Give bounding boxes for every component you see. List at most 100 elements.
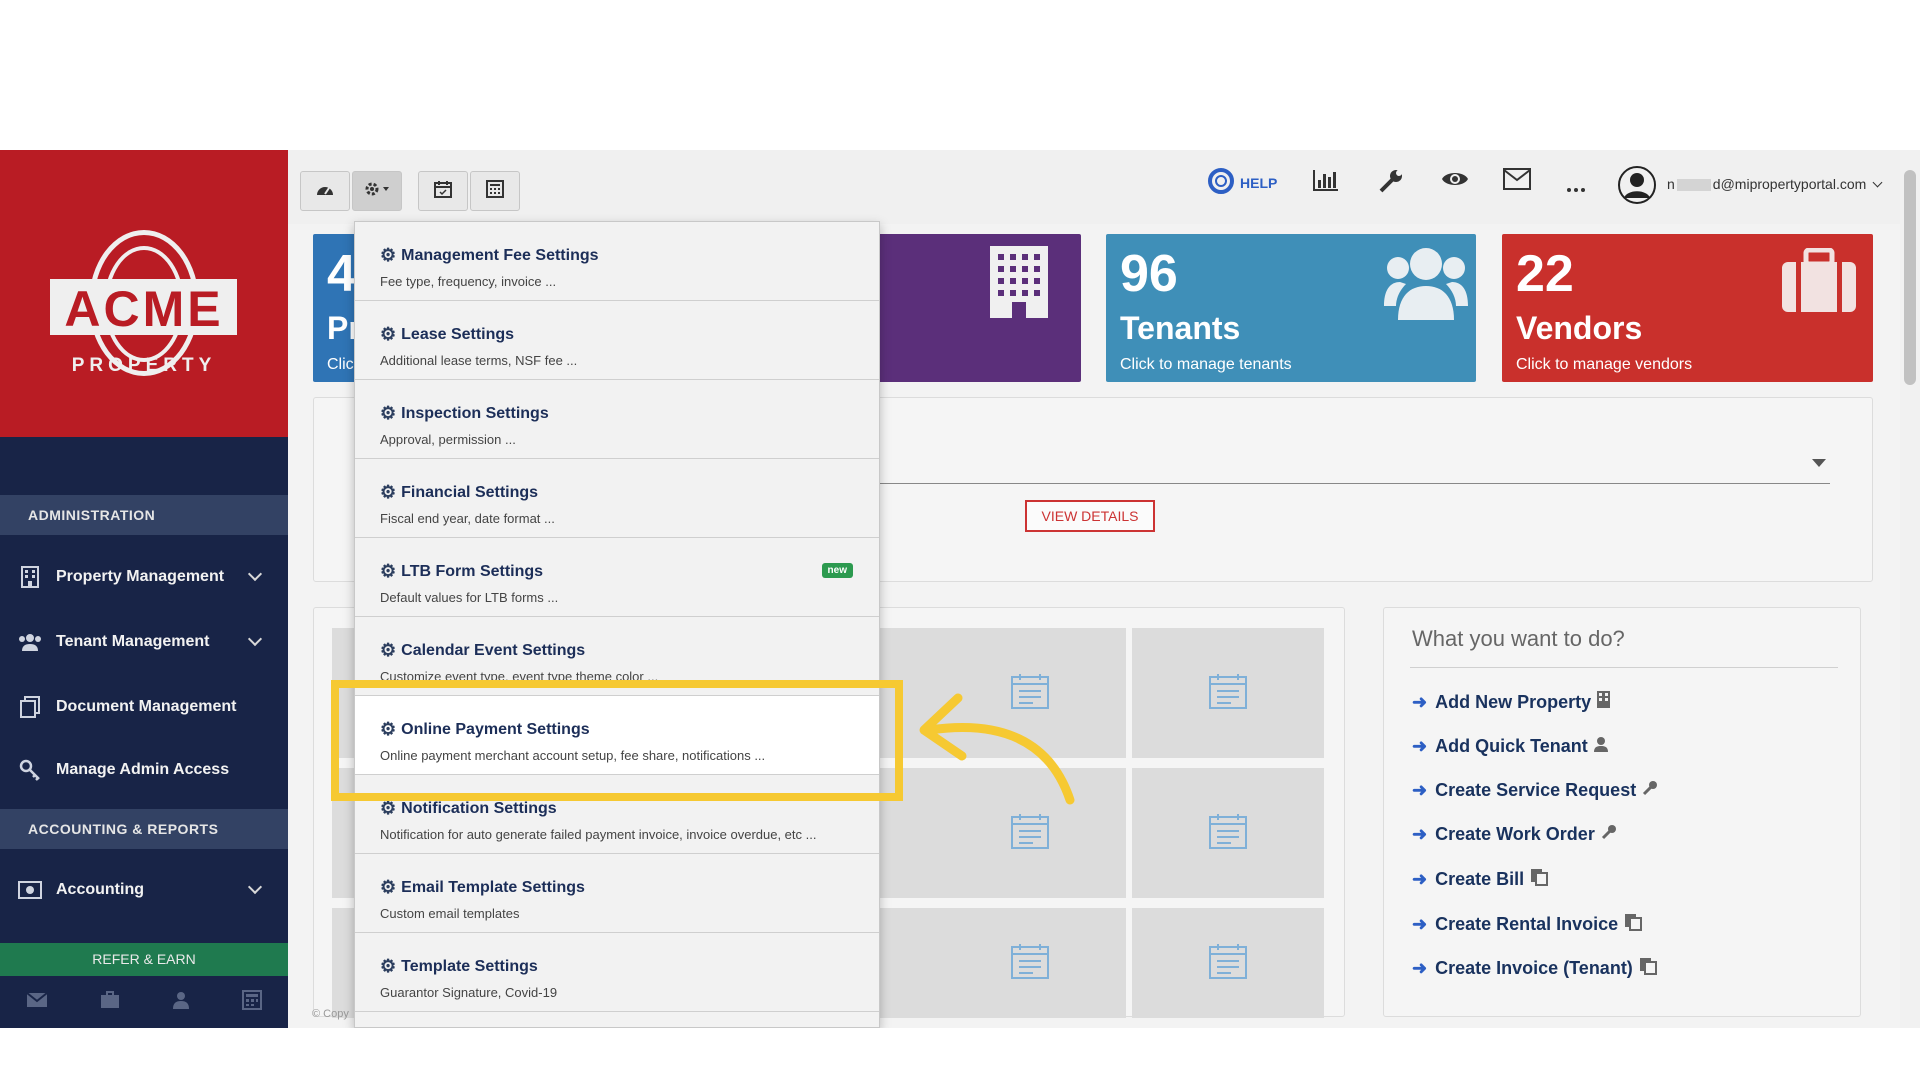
user-icon[interactable] <box>172 991 190 1014</box>
building-icon <box>1597 691 1611 713</box>
card-sub: Clic <box>327 356 354 373</box>
user-menu[interactable]: n d@mipropertyportal.com <box>1667 176 1883 192</box>
sidebar-item-label: Accounting <box>56 881 144 898</box>
dashboard-icon <box>315 181 335 202</box>
sidebar-item-tenant-management[interactable]: Tenant Management <box>0 617 288 667</box>
add-quick-tenant-link[interactable]: ➜ Add Quick Tenant <box>1412 736 1608 757</box>
mail-icon[interactable] <box>26 991 48 1013</box>
menu-item-template-settings[interactable]: ⚙ Template Settings Guarantor Signature, … <box>355 933 879 1012</box>
sidebar-item-document-management[interactable]: Document Management <box>0 682 288 732</box>
create-rental-invoice-link[interactable]: ➜ Create Rental Invoice <box>1412 913 1643 936</box>
sidebar-item-property-management[interactable]: Property Management <box>0 552 288 602</box>
refer-earn-button[interactable]: REFER & EARN <box>0 943 288 976</box>
menu-item-lease-settings[interactable]: ⚙ Lease Settings Additional lease terms, … <box>355 301 879 380</box>
calendar-tile[interactable] <box>880 908 935 1018</box>
create-bill-link[interactable]: ➜ Create Bill <box>1412 868 1549 891</box>
menu-item-inspection-settings[interactable]: ⚙ Inspection Settings Approval, permissio… <box>355 380 879 459</box>
menu-item-financial-settings[interactable]: ⚙ Financial Settings Fiscal end year, dat… <box>355 459 879 538</box>
calculator-icon <box>486 179 504 203</box>
eye-icon[interactable] <box>1441 168 1469 195</box>
calendar-tile[interactable] <box>1132 908 1324 1018</box>
dashboard-button[interactable] <box>300 171 350 211</box>
scrollbar-thumb[interactable] <box>1904 170 1916 385</box>
wrench-icon <box>1642 780 1658 801</box>
action-label: Create Work Order <box>1435 824 1595 844</box>
units-card[interactable] <box>860 234 1081 382</box>
calendar-button[interactable] <box>418 171 468 211</box>
calendar-tile[interactable] <box>1132 768 1324 898</box>
sidebar-item-manage-admin-access[interactable]: Manage Admin Access <box>0 745 288 795</box>
menu-item-desc: Additional lease terms, NSF fee ... <box>380 353 578 368</box>
settings-dropdown-button[interactable] <box>352 171 402 211</box>
menu-item-title: LTB Form Settings <box>401 562 544 580</box>
sidebar-item-accounting[interactable]: Accounting <box>0 865 288 915</box>
arrow-right-icon: ➜ <box>1412 736 1428 756</box>
menu-item-email-template-settings[interactable]: ⚙ Email Template Settings Custom email te… <box>355 854 879 933</box>
calendar-icon <box>1208 942 1248 985</box>
calculator-icon[interactable] <box>242 989 262 1015</box>
email-suffix: d@mipropertyportal.com <box>1712 176 1867 192</box>
calendar-icon <box>1208 812 1248 855</box>
menu-item-desc: Notification for auto generate failed pa… <box>380 827 817 842</box>
arrow-right-icon: ➜ <box>1412 914 1428 934</box>
gear-icon: ⚙ <box>380 877 397 897</box>
user-icon <box>1593 736 1608 757</box>
vendors-card[interactable]: 22 Vendors Click to manage vendors <box>1502 234 1873 382</box>
sidebar-item-label: Property Management <box>56 568 225 585</box>
lifebuoy-icon <box>1208 168 1234 197</box>
sidebar-item-label: Tenant Management <box>56 633 210 650</box>
gear-icon: ⚙ <box>380 324 397 344</box>
avatar[interactable] <box>1618 166 1656 209</box>
briefcase-icon[interactable] <box>100 990 120 1014</box>
create-service-request-link[interactable]: ➜ Create Service Request <box>1412 780 1658 801</box>
sidebar-footer <box>0 976 288 1028</box>
building-icon <box>18 566 42 588</box>
calendar-tile[interactable] <box>1132 628 1324 758</box>
sidebar-item-label: Manage Admin Access <box>56 761 230 778</box>
calculator-button[interactable] <box>470 171 520 211</box>
calendar-tile[interactable] <box>934 908 1126 1018</box>
gear-icon: ⚙ <box>380 403 397 423</box>
copyright: © Copy <box>312 1008 349 1020</box>
add-new-property-link[interactable]: ➜ Add New Property <box>1412 691 1611 713</box>
view-details-button[interactable]: VIEW DETAILS <box>1025 500 1155 532</box>
property-select[interactable] <box>880 483 1830 484</box>
menu-item-ltb-form-settings[interactable]: ⚙ LTB Form Settings Default values for LT… <box>355 538 879 617</box>
users-icon <box>18 631 42 653</box>
card-count: 4 <box>327 245 356 303</box>
tutorial-arrow-icon <box>919 693 1075 805</box>
create-invoice-tenant-link[interactable]: ➜ Create Invoice (Tenant) <box>1412 957 1657 980</box>
gear-icon <box>364 181 390 202</box>
divider <box>1410 667 1838 668</box>
logo[interactable]: ACME PROPERTY <box>0 150 288 437</box>
page-scrollbar[interactable] <box>1900 150 1920 1028</box>
action-label: Create Rental Invoice <box>1435 914 1619 934</box>
copy-icon <box>1639 957 1657 980</box>
create-work-order-link[interactable]: ➜ Create Work Order <box>1412 824 1617 845</box>
menu-item-title: Management Fee Settings <box>401 246 599 264</box>
action-label: Create Invoice (Tenant) <box>1435 958 1633 978</box>
quick-actions-panel <box>1383 607 1861 1017</box>
more-icon[interactable] <box>1566 180 1586 198</box>
wrench-icon[interactable] <box>1378 168 1404 199</box>
menu-item-management-fee-settings[interactable]: ⚙ Management Fee Settings Fee type, frequ… <box>355 222 879 301</box>
tenants-label: Tenants <box>1120 310 1241 346</box>
briefcase-icon <box>1780 247 1858 319</box>
gear-icon: ⚙ <box>380 956 397 976</box>
app-viewport: ACME PROPERTY ADMINISTRATION Property Ma… <box>0 150 1920 1028</box>
calendar-icon <box>1010 812 1050 855</box>
arrow-right-icon: ➜ <box>1412 869 1428 889</box>
menu-item-title: Lease Settings <box>401 325 515 343</box>
vendors-label: Vendors <box>1516 310 1643 346</box>
envelope-icon[interactable] <box>1503 168 1531 195</box>
arrow-right-icon: ➜ <box>1412 691 1428 712</box>
bar-chart-icon[interactable] <box>1312 168 1340 197</box>
help-button[interactable]: HELP <box>1208 168 1277 197</box>
gear-icon: ⚙ <box>380 561 397 581</box>
tenants-count: 96 <box>1120 245 1178 303</box>
tenants-card[interactable]: 96 Tenants Click to manage tenants <box>1106 234 1476 382</box>
caret-down-icon[interactable] <box>1812 459 1826 467</box>
sidebar-item-label: Document Management <box>56 698 237 715</box>
calendar-icon <box>434 180 452 203</box>
vendors-count: 22 <box>1516 245 1574 303</box>
